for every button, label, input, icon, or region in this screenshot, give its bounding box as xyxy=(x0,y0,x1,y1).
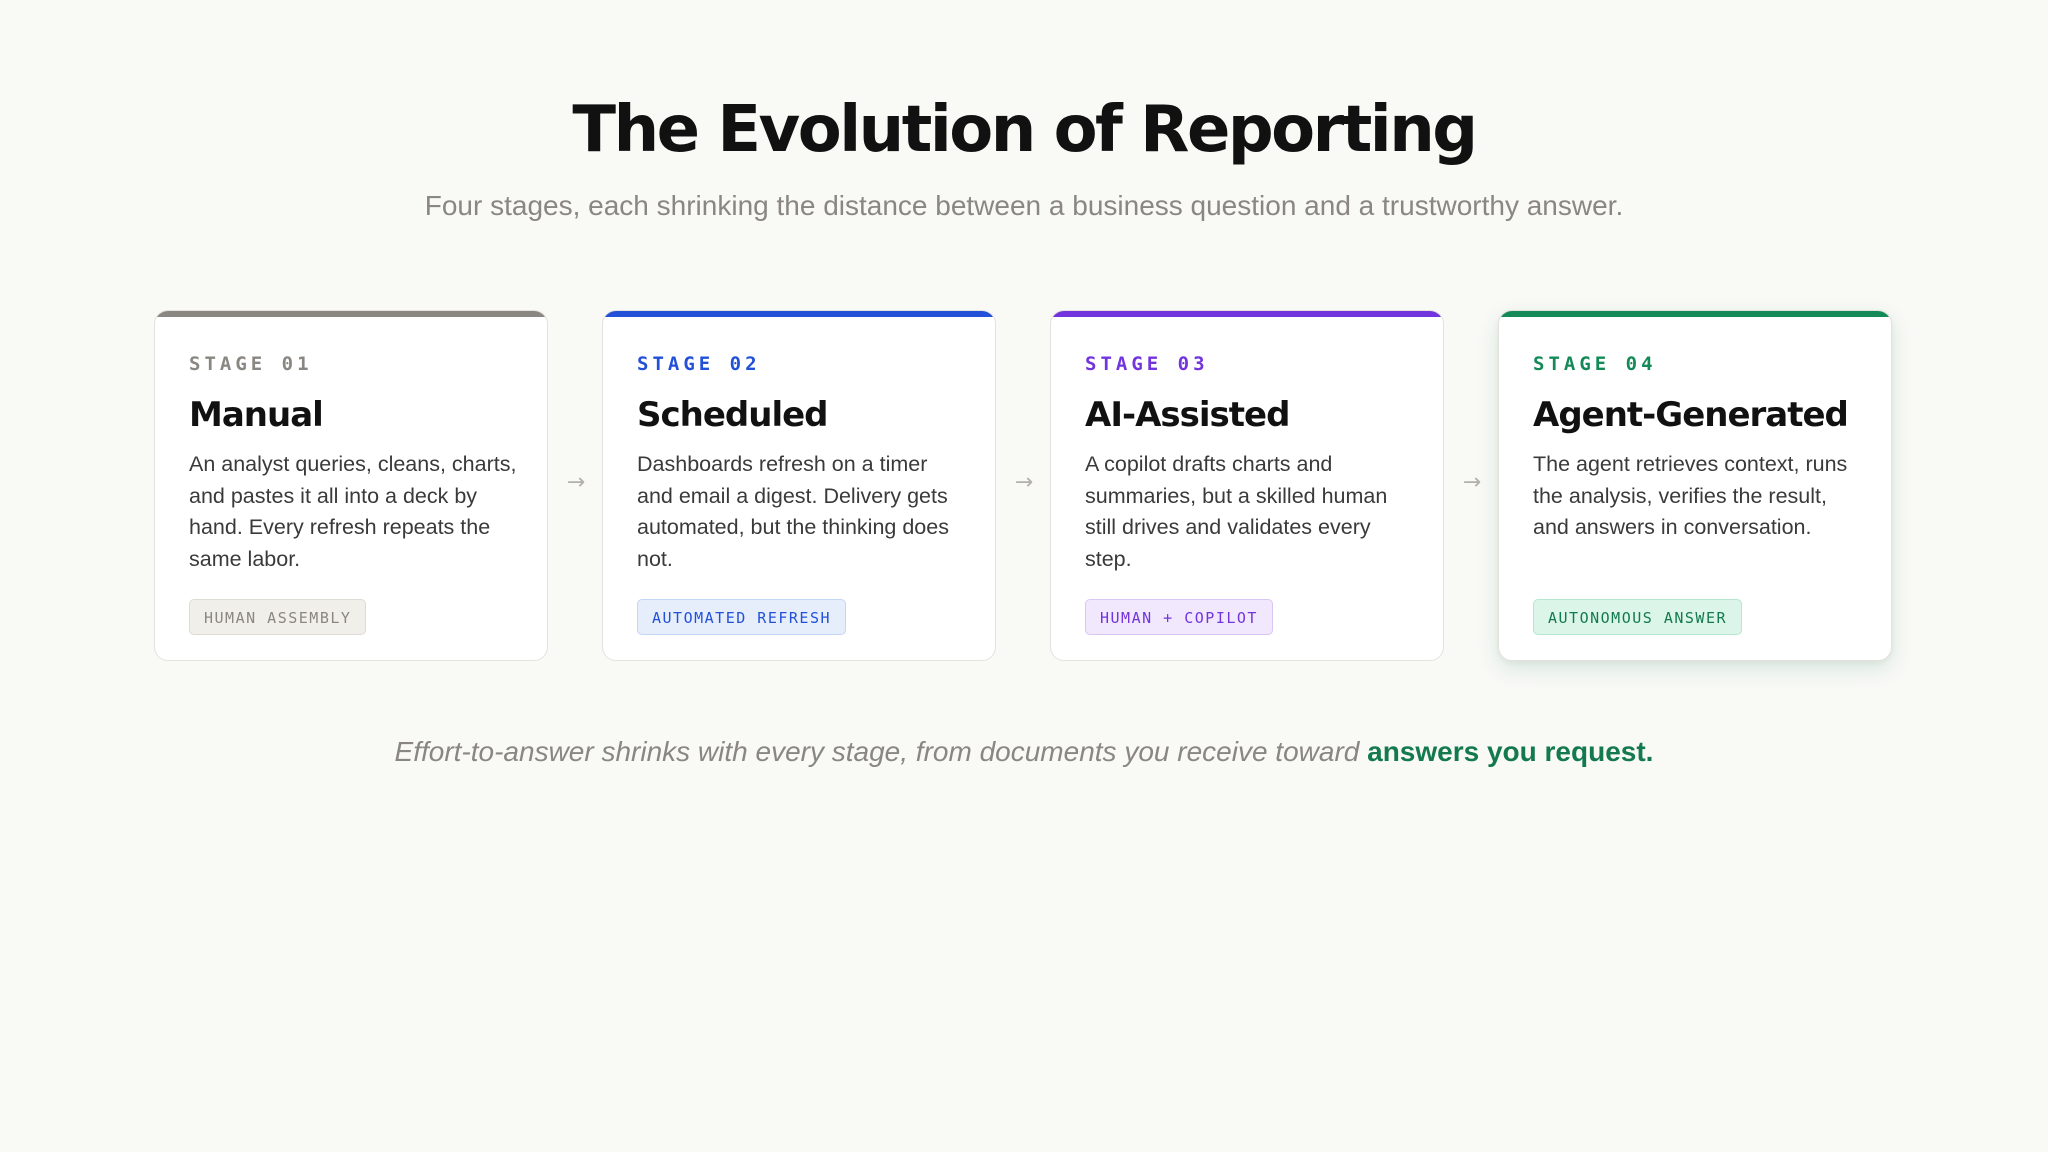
stage-title: Agent-Generated xyxy=(1533,395,1849,435)
stage-label: STAGE 03 xyxy=(1085,353,1209,375)
stage-label: STAGE 02 xyxy=(637,353,761,375)
stage-description: A copilot drafts charts and summaries, b… xyxy=(1085,452,1388,571)
arrow-right-icon: → xyxy=(1014,470,1034,495)
footnote-text: Effort-to-answer shrinks with every stag… xyxy=(394,736,1360,767)
stage-description: Dashboards refresh on a timer and email … xyxy=(637,452,949,571)
card-accent-bar xyxy=(1499,311,1891,317)
stage-label: STAGE 01 xyxy=(189,353,313,375)
footnote: Effort-to-answer shrinks with every stag… xyxy=(0,734,2048,770)
stage-card-ai-assisted: STAGE 03 AI-Assisted A copilot drafts ch… xyxy=(1050,310,1444,661)
stage-label: STAGE 04 xyxy=(1533,353,1657,375)
card-accent-bar xyxy=(1051,311,1443,317)
stage-card-agent-generated: STAGE 04 Agent-Generated The agent retri… xyxy=(1498,310,1892,661)
stage-card-manual: STAGE 01 Manual An analyst queries, clea… xyxy=(154,310,548,661)
card-accent-bar xyxy=(603,311,995,317)
stage-tag: HUMAN + COPILOT xyxy=(1085,599,1273,635)
stage-title: Manual xyxy=(189,395,324,435)
arrow-right-icon: → xyxy=(566,470,586,495)
arrow-right-icon: → xyxy=(1462,470,1482,495)
stage-tag: HUMAN ASSEMBLY xyxy=(189,599,367,635)
stage-tag: AUTOMATED REFRESH xyxy=(637,599,847,635)
stage-title: AI-Assisted xyxy=(1085,395,1290,435)
stage-card-scheduled: STAGE 02 Scheduled Dashboards refresh on… xyxy=(602,310,996,661)
stage-description: The agent retrieves context, runs the an… xyxy=(1533,452,1848,539)
footnote-highlight: answers you request. xyxy=(1367,736,1654,767)
card-accent-bar xyxy=(155,311,547,317)
page-title: The Evolution of Reporting xyxy=(572,93,1478,167)
stage-description: An analyst queries, cleans, charts, and … xyxy=(189,452,517,571)
page-subtitle: Four stages, each shrinking the distance… xyxy=(424,190,1624,221)
stage-tag: AUTONOMOUS ANSWER xyxy=(1533,599,1743,635)
stage-title: Scheduled xyxy=(637,395,829,435)
